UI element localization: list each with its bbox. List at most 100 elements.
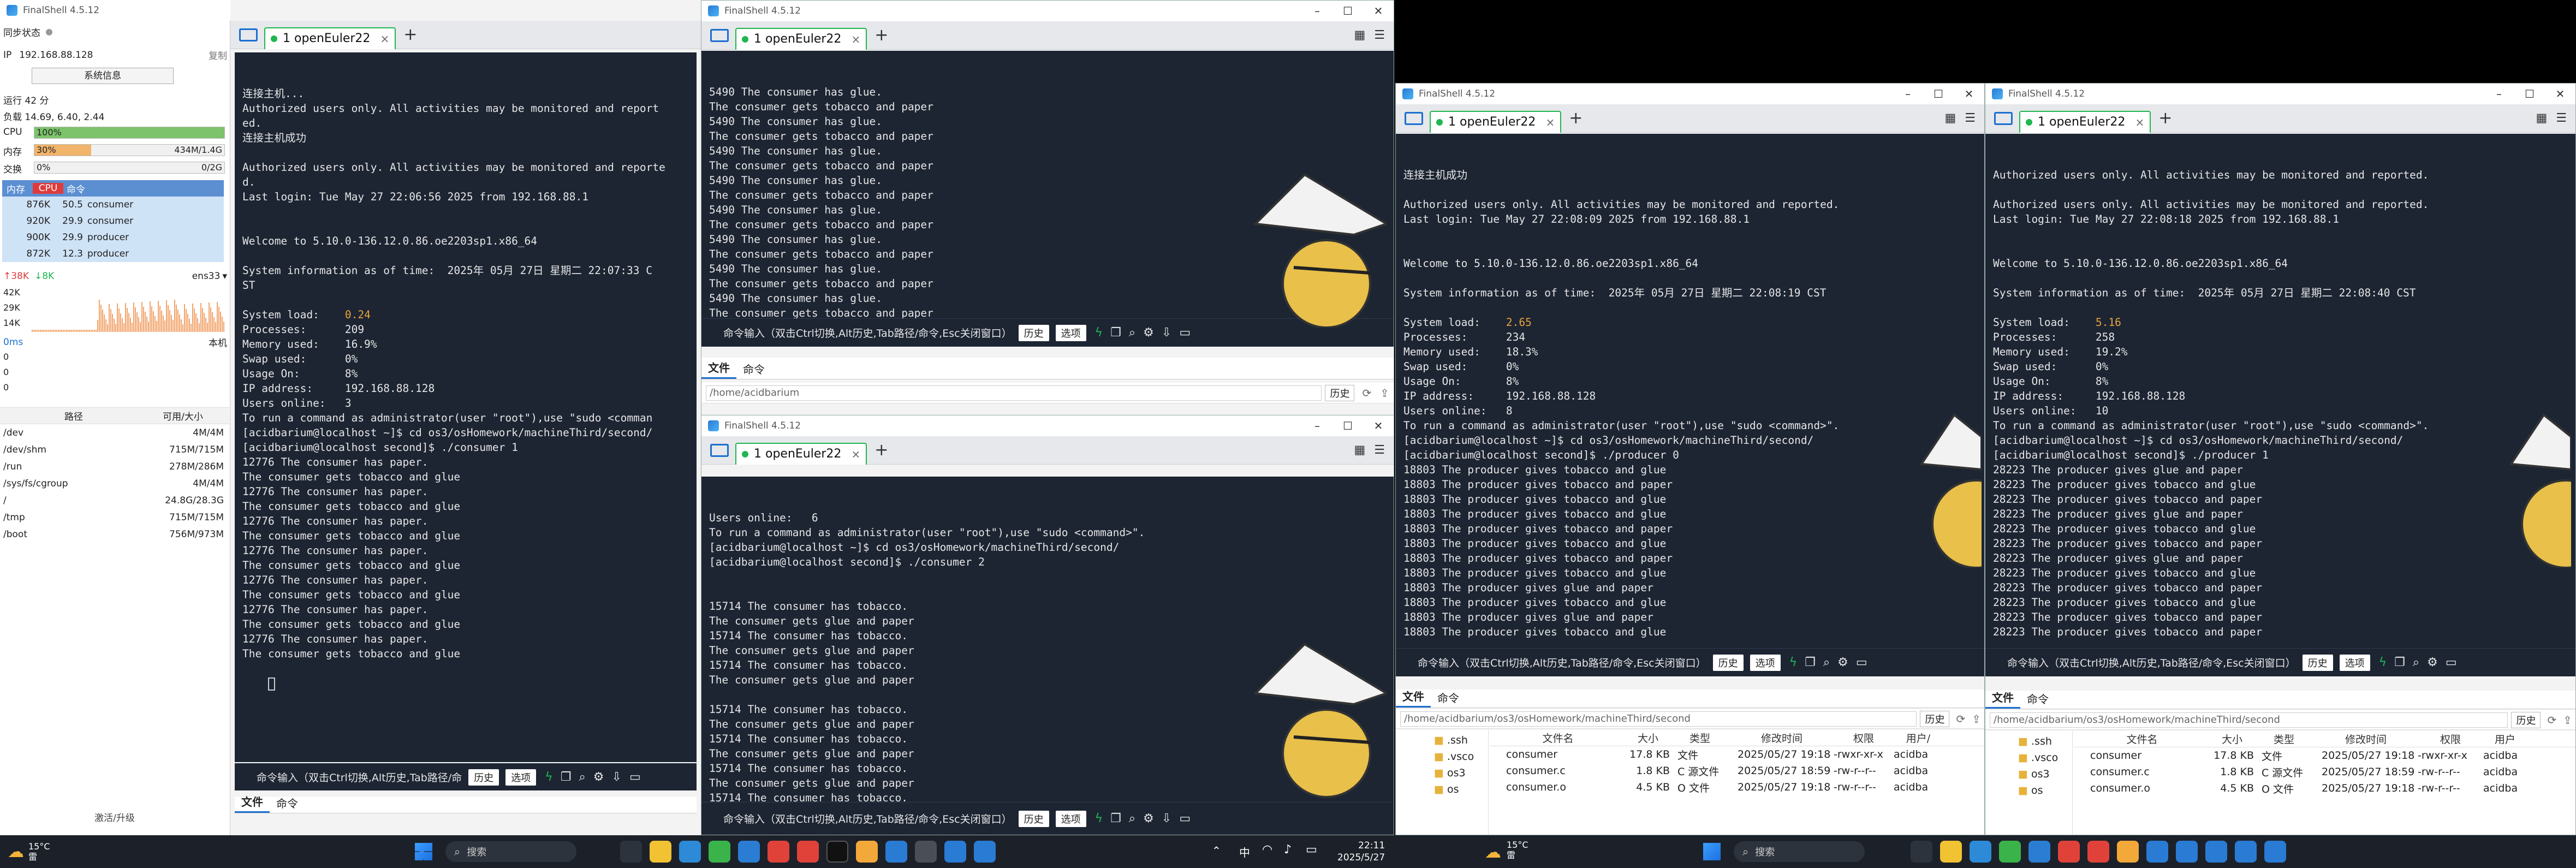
system-info-button[interactable]: 系统信息 [32, 68, 174, 84]
close-icon[interactable]: ✕ [1954, 84, 1984, 104]
session-tab[interactable]: 1 openEuler22 × [735, 442, 867, 465]
options-button[interactable]: 选项 [1750, 654, 1781, 671]
input-method-indicator[interactable]: 中 [1239, 844, 1250, 860]
process-row[interactable]: 900K 29.9 producer [2, 229, 224, 246]
upload-icon[interactable]: ⇪ [1972, 712, 1981, 726]
gear-icon[interactable]: ⚙ [1837, 656, 1848, 669]
close-tab-icon[interactable]: × [1545, 116, 1555, 129]
finalshell-taskbar-icon[interactable] [974, 841, 996, 863]
search-icon[interactable]: ⌕ [2413, 656, 2419, 669]
grid-icon[interactable]: ▦ [1944, 111, 1956, 125]
tree-item[interactable]: ■ .ssh [2018, 733, 2072, 750]
task-view-icon[interactable] [620, 841, 642, 863]
tree-item[interactable]: ■ .vsco [2018, 750, 2072, 766]
weather-icon[interactable]: ☁ [1485, 843, 1501, 862]
finalshell-taskbar-icon[interactable] [944, 841, 966, 863]
copy-icon[interactable]: ❐ [561, 770, 572, 784]
process-header-mem[interactable]: 内存 [2, 182, 33, 195]
taskbar-search[interactable]: ⌕ 搜索 [445, 841, 576, 862]
tab-commands[interactable]: 命令 [2020, 688, 2055, 709]
window-icon[interactable]: ▭ [1856, 656, 1867, 669]
command-input-bar[interactable]: 命令输入（双击Ctrl切换,Alt历史,Tab路径/命令,Esc关闭窗口） 历史… [701, 802, 1394, 835]
copy-icon[interactable]: ❐ [1110, 326, 1121, 340]
folder-icon[interactable] [239, 28, 258, 41]
taskbar-search[interactable]: ⌕ 搜索 [1734, 841, 1865, 862]
session-tab[interactable]: 1 openEuler22 × [2019, 110, 2151, 133]
finalshell-taskbar-icon[interactable] [2146, 841, 2168, 863]
command-input-bar[interactable]: 命令输入（双击Ctrl切换,Alt历史,Tab路径/命令,Esc关闭窗口） 历史… [1396, 648, 1984, 676]
menu-icon[interactable]: ☰ [1374, 443, 1385, 457]
file-path-input[interactable]: /home/acidbarium/os3/osHomework/machineT… [1990, 712, 2508, 728]
process-header-command[interactable]: 命令 [63, 182, 85, 195]
wifi-icon[interactable]: ◠ [1262, 843, 1272, 857]
disk-row[interactable]: /run 278M/286M [0, 458, 229, 475]
tab-files[interactable]: 文件 [701, 357, 736, 379]
folder-icon[interactable] [710, 443, 729, 457]
menu-icon[interactable]: ☰ [1965, 111, 1976, 125]
weather-widget[interactable]: 15°C 雷 [28, 841, 50, 862]
command-input-hint[interactable]: 命令输入（双击Ctrl切换,Alt历史,Tab路径/命令,Esc关闭窗口） [723, 811, 1012, 826]
file-path-input[interactable]: /home/acidbarium/os3/osHomework/machineT… [1400, 711, 1917, 727]
activate-upgrade-link[interactable]: 激活/升级 [0, 810, 229, 824]
history-button[interactable]: 历史 [1018, 810, 1049, 827]
app-icon-red[interactable] [797, 841, 819, 863]
folder-icon[interactable] [710, 28, 729, 42]
file-header-owner[interactable]: 用户 [2483, 732, 2527, 746]
lightning-icon[interactable]: ϟ [1789, 656, 1798, 669]
copy-ip-button[interactable]: 复制 [209, 48, 227, 62]
chevron-down-icon[interactable]: ▾ [222, 271, 227, 282]
window-icon[interactable]: ▭ [2446, 656, 2457, 669]
file-header-size[interactable]: 大小 [1626, 730, 1670, 745]
file-header-type[interactable]: 类型 [1670, 730, 1730, 745]
lightning-icon[interactable]: ϟ [1095, 812, 1103, 825]
history-button[interactable]: 历史 [1018, 324, 1049, 341]
command-input-bar[interactable]: 命令输入（双击Ctrl切换,Alt历史,Tab路径/命 历史 选项 ϟ ❐ ⌕ ⚙ ⇩ ▭ [235, 763, 697, 790]
chevron-up-icon[interactable]: ⌃ [1212, 844, 1221, 857]
download-icon[interactable]: ⇩ [612, 770, 622, 784]
app-icon-orange[interactable] [856, 841, 878, 863]
menu-icon[interactable]: ☰ [1374, 28, 1385, 42]
process-row[interactable]: 872K 12.3 producer [2, 246, 224, 262]
close-icon[interactable]: ✕ [1363, 415, 1394, 436]
gear-icon[interactable]: ⚙ [593, 770, 604, 784]
finalshell-taskbar-icon[interactable] [2264, 841, 2286, 863]
menu-icon[interactable]: ☰ [2556, 111, 2567, 125]
file-row[interactable]: consumer.o 4.5 KB O 文件 2025/05/27 19:18 -rw-… [2074, 780, 2575, 796]
options-button[interactable]: 选项 [2339, 654, 2370, 671]
tree-item[interactable]: ■ os [2018, 782, 2072, 799]
file-row[interactable]: consumer.o 4.5 KB O 文件 2025/05/27 19:18 -rw-… [1490, 779, 1984, 795]
file-header-modified[interactable]: 修改时间 [1730, 730, 1834, 745]
download-icon[interactable]: ⇩ [1162, 326, 1171, 340]
lightning-icon[interactable]: ϟ [1095, 326, 1103, 340]
file-explorer-icon[interactable] [650, 841, 671, 863]
new-tab-button[interactable]: + [403, 25, 417, 44]
maximize-icon[interactable]: ☐ [1923, 84, 1954, 104]
process-row[interactable]: 876K 50.5 consumer [2, 197, 224, 213]
upload-icon[interactable]: ⇪ [2563, 714, 2572, 727]
terminal-4[interactable]: 连接主机成功 Authorized users only. All activit… [1396, 134, 1984, 648]
search-icon[interactable]: ⌕ [1129, 326, 1135, 340]
close-icon[interactable]: ✕ [2545, 84, 2575, 104]
file-header-name[interactable]: 文件名 [1490, 730, 1626, 745]
terminal-1[interactable]: 连接主机... Authorized users only. All activi… [235, 52, 697, 762]
ping-host[interactable]: 本机 [209, 335, 227, 349]
new-tab-button[interactable]: + [2158, 109, 2172, 128]
disk-row[interactable]: /tmp 715M/715M [0, 509, 229, 526]
options-button[interactable]: 选项 [505, 769, 537, 786]
maximize-icon[interactable]: ☐ [2514, 84, 2545, 104]
process-row[interactable]: 920K 29.9 consumer [2, 213, 224, 229]
session-tab[interactable]: 1 openEuler22 × [1430, 110, 1562, 133]
options-button[interactable]: 选项 [1055, 810, 1086, 827]
file-header-modified[interactable]: 修改时间 [2314, 732, 2418, 746]
new-tab-button[interactable]: + [874, 26, 888, 45]
process-header-cpu[interactable]: CPU [33, 183, 63, 194]
command-input-hint[interactable]: 命令输入（双击Ctrl切换,Alt历史,Tab路径/命 [257, 770, 462, 784]
history-button[interactable]: 历史 [2302, 654, 2333, 671]
weather-icon[interactable]: ☁ [8, 842, 24, 861]
file-path-input[interactable]: /home/acidbarium [706, 385, 1322, 401]
gear-icon[interactable]: ⚙ [1143, 812, 1154, 825]
finalshell-taskbar-icon[interactable] [885, 841, 907, 863]
window-icon[interactable]: ▭ [1179, 812, 1191, 825]
finalshell-taskbar-icon[interactable] [2176, 841, 2198, 863]
tab-commands[interactable]: 命令 [270, 793, 305, 813]
